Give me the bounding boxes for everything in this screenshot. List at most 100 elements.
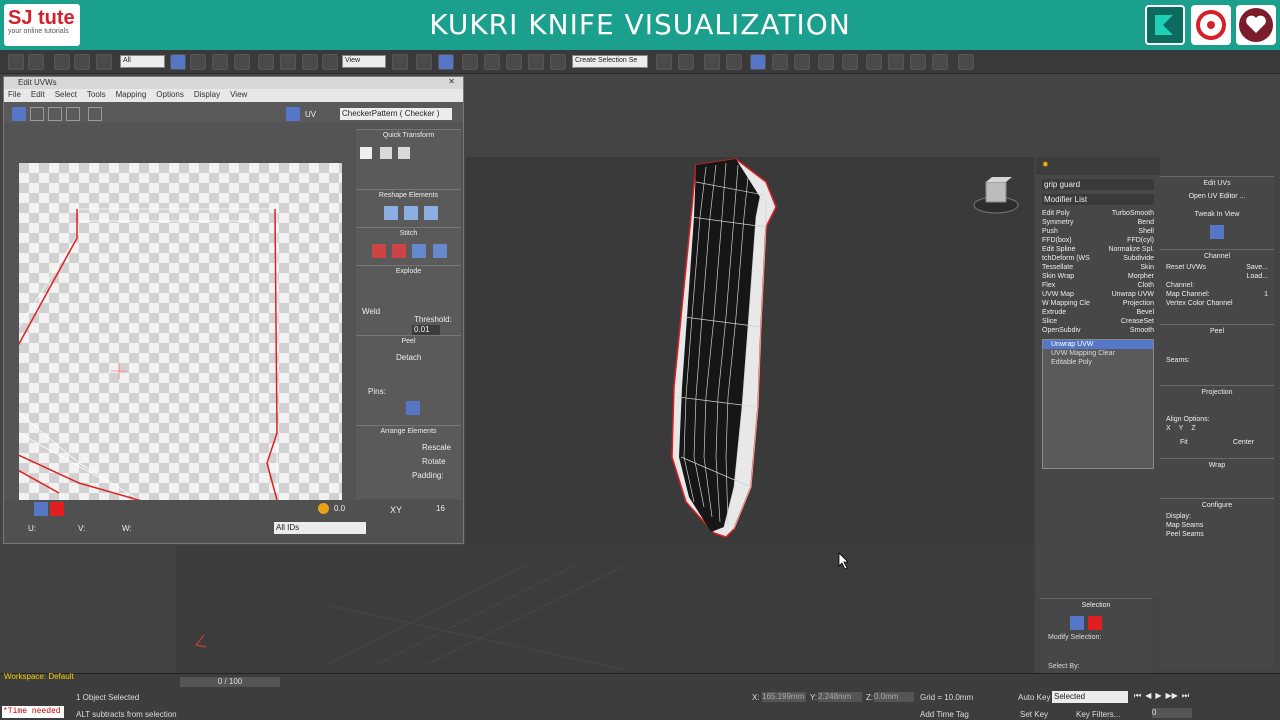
next-frame-icon[interactable]: ▶▶ [1166, 691, 1178, 701]
curve-editor-icon[interactable] [750, 54, 766, 70]
menu-view[interactable]: View [230, 90, 247, 101]
edit-uvs-header[interactable]: Edit UVs [1160, 176, 1274, 190]
stitch-custom-icon[interactable] [432, 244, 447, 258]
center-button[interactable]: Center [1233, 439, 1254, 446]
vertex-color-radio[interactable]: Vertex Color Channel [1166, 300, 1233, 307]
menu-options[interactable]: Options [156, 90, 184, 101]
scale-icon[interactable] [302, 54, 318, 70]
modifier-button[interactable]: Push [1042, 228, 1058, 235]
xy-label[interactable]: XY [390, 505, 402, 515]
peel-header[interactable]: Peel [1160, 324, 1274, 338]
move-uv-icon[interactable] [12, 107, 26, 121]
modifier-button[interactable]: tchDeform (WS [1042, 255, 1090, 262]
align-icon[interactable] [678, 54, 694, 70]
selection-filter-dropdown[interactable]: All [120, 55, 165, 68]
peel-seams-checkbox[interactable]: Peel Seams [1166, 531, 1204, 538]
relax-icon[interactable] [404, 206, 419, 220]
render-cloud-icon[interactable] [910, 54, 926, 70]
reset-uvws-button[interactable]: Reset UVWs [1166, 264, 1206, 271]
modifier-button[interactable]: UVW Map [1042, 291, 1074, 298]
modifier-button[interactable]: Subdivide [1123, 255, 1154, 262]
angle-snap-icon[interactable] [484, 54, 500, 70]
stack-item-unwrap[interactable]: Unwrap UVW [1043, 340, 1153, 349]
add-time-tag[interactable]: Add Time Tag [920, 710, 969, 719]
modifier-button[interactable]: Morpher [1128, 273, 1154, 280]
menu-display[interactable]: Display [194, 90, 220, 101]
region-select-icon[interactable] [212, 54, 228, 70]
scale-uv-icon[interactable] [48, 107, 62, 121]
material-editor-icon[interactable] [794, 54, 810, 70]
create-tab-icon[interactable]: ✹ [1042, 160, 1049, 169]
maxscript-listener[interactable]: *Time needed [2, 706, 64, 718]
modifier-button[interactable]: Skin [1140, 264, 1154, 271]
rotate-icon[interactable] [280, 54, 296, 70]
move-icon[interactable] [258, 54, 274, 70]
window-crossing-icon[interactable] [234, 54, 250, 70]
select-manipulate-icon[interactable] [416, 54, 432, 70]
stitch-source-icon[interactable] [372, 244, 386, 258]
tweak-icon[interactable] [1210, 225, 1224, 239]
set-key-button[interactable]: Set Key [1020, 710, 1048, 719]
stack-item-uvw-clear[interactable]: UVW Mapping Clear [1043, 349, 1153, 358]
link-icon[interactable] [54, 54, 70, 70]
rendered-frame-icon[interactable] [842, 54, 858, 70]
go-to-end-icon[interactable]: ⏭ [1182, 691, 1189, 701]
soft-selection-icon[interactable] [318, 503, 329, 514]
modifier-button[interactable]: Extrude [1042, 309, 1066, 316]
go-to-start-icon[interactable]: ⏮ [1134, 691, 1141, 701]
modifier-button[interactable]: Tessellate [1042, 264, 1073, 271]
rotate-uv-icon[interactable] [30, 107, 44, 121]
menu-tools[interactable]: Tools [87, 90, 106, 101]
modifier-button[interactable]: FFD(cyl) [1127, 237, 1154, 244]
viewcube-icon[interactable] [973, 177, 1019, 214]
time-slider[interactable]: 0 / 100 [180, 677, 280, 687]
flatten-icon[interactable] [424, 206, 439, 220]
modifier-button[interactable]: Unwrap UVW [1112, 291, 1154, 298]
close-icon[interactable]: ✕ [448, 77, 455, 86]
mirror-uv-icon[interactable] [88, 107, 102, 121]
pivot-icon[interactable] [392, 54, 408, 70]
bind-spacewarp-icon[interactable] [96, 54, 112, 70]
menu-edit[interactable]: Edit [31, 90, 45, 101]
modifier-button[interactable]: Cloth [1138, 282, 1154, 289]
explode-header[interactable]: Explode [356, 265, 461, 277]
modifier-button[interactable]: Normalize Spl. [1108, 246, 1154, 253]
modifier-button[interactable]: Smooth [1130, 327, 1154, 334]
channel-header[interactable]: Channel [1160, 249, 1274, 263]
top-viewport-grid[interactable] [176, 545, 1034, 673]
key-filters-button[interactable]: Key Filters... [1076, 710, 1120, 719]
align-x-button[interactable]: X [1166, 425, 1171, 432]
space-icon[interactable] [380, 147, 393, 159]
show-map-icon[interactable] [286, 107, 300, 121]
undo-icon[interactable] [8, 54, 24, 70]
map-seams-checkbox[interactable]: Map Seams [1166, 522, 1203, 529]
schematic-view-icon[interactable] [772, 54, 788, 70]
texture-dropdown[interactable]: CheckerPattern ( Checker ) [340, 108, 452, 120]
straighten-icon[interactable] [384, 206, 398, 220]
unlink-icon[interactable] [74, 54, 90, 70]
map-channel-spinner[interactable]: 1 [1264, 291, 1268, 298]
play-icon[interactable]: ▶ [1155, 691, 1161, 701]
selection-header[interactable]: Selection [1040, 598, 1152, 612]
align-z-button[interactable]: Z [1191, 425, 1195, 432]
falloff-spinner[interactable]: 0.0 [334, 504, 345, 513]
select-by-name-icon[interactable] [190, 54, 206, 70]
align-y-button[interactable]: Y [1179, 425, 1184, 432]
stitch-header[interactable]: Stitch [356, 227, 461, 239]
toggle-ribbon-icon[interactable] [726, 54, 742, 70]
peel-header[interactable]: Peel [356, 335, 461, 347]
workspace-dropdown[interactable]: Workspace: Default [4, 672, 74, 681]
modifier-button[interactable]: Shell [1138, 228, 1154, 235]
modifier-button[interactable]: TurboSmooth [1112, 210, 1154, 217]
render-production-icon[interactable] [866, 54, 882, 70]
save-button[interactable]: Save... [1246, 264, 1268, 271]
edge-select-icon[interactable] [1088, 616, 1102, 630]
stitch-average-icon[interactable] [412, 244, 427, 258]
arrange-header[interactable]: Arrange Elements [356, 425, 461, 437]
modifier-list-dropdown[interactable]: Modifier List [1042, 194, 1154, 205]
fit-button[interactable]: Fit [1180, 439, 1188, 446]
modifier-button[interactable]: Symmetry [1042, 219, 1074, 226]
a360-gallery-icon[interactable] [932, 54, 948, 70]
modifier-button[interactable]: Edit Poly [1042, 210, 1070, 217]
projection-header[interactable]: Projection [1160, 385, 1274, 399]
